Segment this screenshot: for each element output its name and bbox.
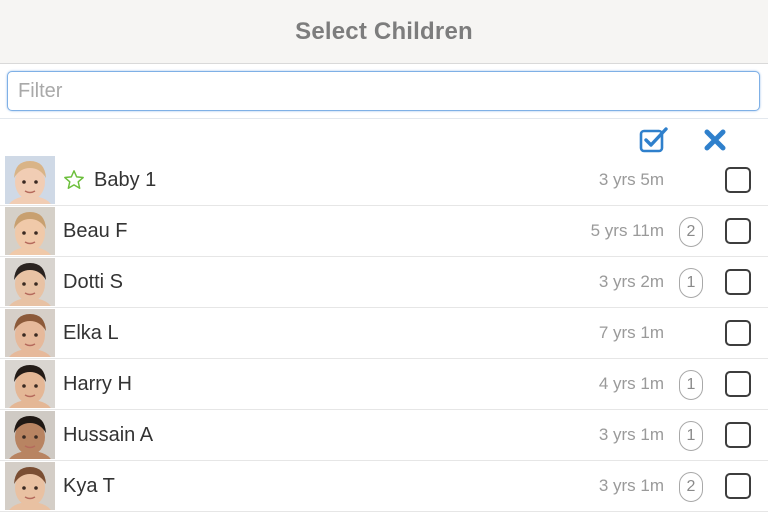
child-name: Baby 1 [94, 168, 157, 191]
count-badge: 1 [679, 421, 703, 451]
child-age: 4 yrs 1m [598, 374, 664, 393]
children-list: Baby 1 3 yrs 5m Beau F 5 yrs 11m 2 Dotti S 3 y… [0, 155, 768, 512]
child-name: Harry H [63, 372, 132, 395]
select-all-button[interactable] [638, 124, 670, 156]
child-avatar [5, 360, 55, 408]
child-avatar [5, 258, 55, 306]
child-age: 3 yrs 1m [598, 476, 664, 495]
child-age: 5 yrs 11m [590, 221, 664, 240]
count-badge: 1 [679, 268, 703, 298]
count-badge: 2 [679, 217, 703, 247]
child-name: Dotti S [63, 270, 124, 293]
child-name-wrap: Elka L [63, 308, 119, 358]
child-age: 7 yrs 1m [598, 323, 664, 342]
child-row[interactable]: Harry H 4 yrs 1m 1 [0, 359, 768, 410]
child-name-wrap: Kya T [63, 461, 115, 511]
child-name-wrap: Beau F [63, 206, 127, 256]
child-checkbox[interactable] [725, 422, 751, 448]
filter-bar [0, 64, 768, 119]
child-checkbox[interactable] [725, 371, 751, 397]
child-row[interactable]: Dotti S 3 yrs 2m 1 [0, 257, 768, 308]
child-name: Beau F [63, 219, 128, 242]
child-name-wrap: Hussain A [63, 410, 153, 460]
child-name-wrap: Harry H [63, 359, 132, 409]
child-row[interactable]: Hussain A 3 yrs 1m 1 [0, 410, 768, 461]
child-age: 3 yrs 2m [598, 272, 664, 291]
count-badge: 1 [679, 370, 703, 400]
bulk-actions [0, 124, 768, 156]
child-name-wrap: Baby 1 [63, 155, 156, 205]
page-title: Select Children [295, 17, 473, 45]
child-name: Elka L [63, 321, 119, 344]
child-checkbox[interactable] [725, 167, 751, 193]
child-row[interactable]: Beau F 5 yrs 11m 2 [0, 206, 768, 257]
checkbox-checked-icon [639, 127, 668, 153]
child-row[interactable]: Baby 1 3 yrs 5m [0, 155, 768, 206]
star-icon[interactable] [63, 169, 85, 191]
filter-input[interactable] [7, 71, 760, 111]
child-avatar [5, 411, 55, 459]
child-avatar [5, 309, 55, 357]
child-age: 3 yrs 1m [598, 425, 664, 444]
clear-selection-button[interactable] [699, 124, 731, 156]
child-checkbox[interactable] [725, 218, 751, 244]
close-x-icon [704, 129, 726, 151]
child-checkbox[interactable] [725, 320, 751, 346]
child-avatar [5, 207, 55, 255]
child-age: 3 yrs 5m [598, 170, 664, 189]
child-checkbox[interactable] [725, 269, 751, 295]
child-name: Hussain A [63, 423, 154, 446]
top-bar: Select Children [0, 0, 768, 64]
child-avatar [5, 156, 55, 204]
child-row[interactable]: Elka L 7 yrs 1m [0, 308, 768, 359]
child-name: Kya T [63, 474, 115, 497]
count-badge: 2 [679, 472, 703, 502]
child-avatar [5, 462, 55, 510]
child-checkbox[interactable] [725, 473, 751, 499]
child-name-wrap: Dotti S [63, 257, 123, 307]
child-row[interactable]: Kya T 3 yrs 1m 2 [0, 461, 768, 512]
